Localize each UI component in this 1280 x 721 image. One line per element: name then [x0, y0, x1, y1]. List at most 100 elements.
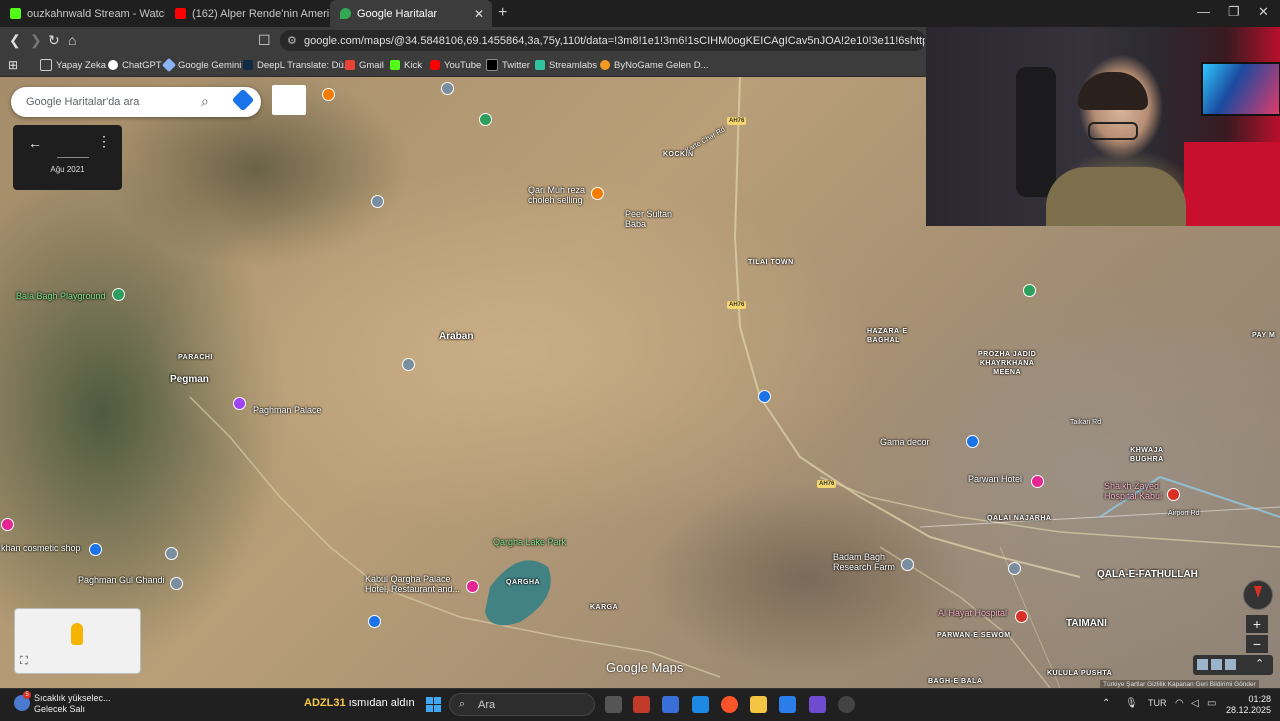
bookmark-yapay-zeka[interactable]: Yapay Zeka [40, 57, 106, 73]
park-pin-icon[interactable] [1023, 284, 1036, 297]
minimap[interactable]: ⛶ [14, 608, 141, 674]
bookmark-twitter[interactable]: Twitter [486, 57, 530, 73]
site-info-icon[interactable]: ⚙ [287, 34, 297, 47]
reload-icon[interactable]: ↻ [48, 32, 60, 49]
bookmark-deepl[interactable]: DeepL Translate: Dü... [243, 57, 352, 73]
park-pin-icon[interactable] [112, 288, 125, 301]
volume-icon[interactable]: ◁ [1191, 698, 1199, 709]
microphone-icon[interactable]: 🎙 [1125, 698, 1138, 709]
close-window-icon[interactable]: ✕ [1258, 4, 1269, 20]
thumbnail[interactable] [1225, 659, 1236, 670]
tab-title: Google Haritalar [357, 7, 438, 20]
place-pin-icon[interactable] [165, 547, 178, 560]
restore-icon[interactable]: ❐ [1228, 4, 1240, 20]
mosque-pin-icon[interactable] [441, 82, 454, 95]
app-icon[interactable] [809, 696, 826, 713]
maps-search-box[interactable]: Google Haritalar'da ara ⌕ [11, 87, 261, 117]
system-clock[interactable]: 01:28 28.12.2025 [1226, 694, 1271, 716]
thumbnail[interactable] [1197, 659, 1208, 670]
map-label[interactable]: Araban [439, 331, 473, 342]
bookmark-gemini[interactable]: Google Gemini [161, 57, 241, 73]
search-icon[interactable]: ⌕ [201, 93, 209, 110]
mosque-pin-icon[interactable] [371, 195, 384, 208]
back-arrow-icon[interactable]: ← [28, 135, 42, 151]
shop-pin-icon[interactable] [758, 390, 771, 403]
expand-up-icon[interactable]: ⌃ [1255, 657, 1264, 670]
address-bar[interactable]: ⚙ google.com/maps/@34.5848106,69.1455864… [280, 30, 925, 51]
zoom-out-button[interactable]: − [1246, 635, 1268, 653]
map-label[interactable]: Qargha Lake Park [493, 537, 566, 547]
map-label[interactable]: Bala Bagh Playground [16, 291, 106, 301]
map-label[interactable]: Parwan Hotel [968, 474, 1022, 484]
minimize-icon[interactable]: — [1197, 4, 1210, 19]
bookmark-streamlabs[interactable]: Streamlabs [535, 57, 597, 73]
food-pin-icon[interactable] [322, 88, 335, 101]
wifi-icon[interactable]: ◠ [1175, 698, 1184, 709]
shop-pin-icon[interactable] [89, 543, 102, 556]
new-tab-button[interactable]: + [498, 4, 507, 22]
expand-icon[interactable]: ⛶ [20, 655, 28, 668]
home-icon[interactable]: ⌂ [68, 32, 76, 48]
pegman-icon[interactable] [71, 623, 83, 645]
zoom-in-button[interactable]: + [1246, 615, 1268, 633]
map-label[interactable]: Pegman [170, 374, 209, 385]
back-icon[interactable]: ❮ [9, 32, 21, 49]
start-button[interactable] [426, 697, 441, 712]
calculator-icon[interactable] [662, 696, 679, 713]
bookmark-bynogame[interactable]: ByNoGame Gelen D... [600, 57, 709, 73]
place-pin-icon[interactable] [1008, 562, 1021, 575]
palace-pin-icon[interactable] [233, 397, 246, 410]
hospital-pin-icon[interactable] [1167, 488, 1180, 501]
map-label[interactable]: Qari Muh reza choleh selling [528, 185, 585, 205]
obs-icon[interactable] [838, 696, 855, 713]
imagery-thumbnails[interactable]: ⌃ [1193, 655, 1273, 675]
map-attribution[interactable]: Türkiye Şartlar Gizlilik Kapanan Geri Bi… [1100, 680, 1259, 688]
brave-browser-icon[interactable] [721, 696, 738, 713]
thumbnail[interactable] [1211, 659, 1222, 670]
tab-kick-stream[interactable]: ouzkahnwald Stream - Watch Live [0, 0, 165, 27]
place-pin-icon[interactable] [901, 558, 914, 571]
hospital-pin-icon[interactable] [1015, 610, 1028, 623]
tab-youtube[interactable]: (162) Alper Rende'nin Amerikan Polis [165, 0, 330, 27]
directions-icon[interactable] [231, 88, 255, 112]
map-label[interactable]: Kabul Qargha Palace Hotel, Restaurant an… [365, 574, 460, 594]
store-icon[interactable] [779, 696, 796, 713]
map-label[interactable]: khan cosmetic shop [1, 543, 81, 553]
mosque-pin-icon[interactable] [170, 577, 183, 590]
bookmark-youtube[interactable]: YouTube [430, 57, 481, 73]
map-label[interactable]: Paghman Gul Ghandi [78, 575, 165, 585]
layers-button[interactable] [272, 85, 306, 115]
map-label[interactable]: Paghman Palace [253, 405, 322, 415]
apps-grid-icon[interactable]: ⊞ [8, 57, 18, 73]
bookmark-icon[interactable]: ☐ [258, 32, 271, 49]
battery-icon[interactable]: ▭ [1207, 698, 1216, 709]
map-label[interactable]: Peer Sultan Baba [625, 209, 672, 229]
shop-pin-icon[interactable] [368, 615, 381, 628]
map-label[interactable]: Badam Bagh Research Farm [833, 552, 895, 572]
close-tab-icon[interactable]: ✕ [474, 7, 484, 21]
hotel-pin-icon[interactable] [466, 580, 479, 593]
bookmark-gmail[interactable]: Gmail [345, 57, 384, 73]
language-indicator[interactable]: TUR [1148, 698, 1167, 708]
tray-chevron-icon[interactable]: ⌃ [1102, 698, 1110, 709]
map-label[interactable]: Shaikh Zayed Hospital Kabul [1104, 481, 1162, 501]
file-explorer-icon[interactable] [750, 696, 767, 713]
forward-icon[interactable]: ❯ [30, 32, 42, 49]
hotel-pin-icon[interactable] [1031, 475, 1044, 488]
more-options-icon[interactable]: ⋮ [97, 133, 111, 150]
map-label[interactable]: Al Hayat Hospital [938, 608, 1007, 618]
app-icon[interactable] [633, 696, 650, 713]
shop-pin-icon[interactable] [966, 435, 979, 448]
park-pin-icon[interactable] [479, 113, 492, 126]
food-pin-icon[interactable] [591, 187, 604, 200]
tab-google-maps[interactable]: Google Haritalar ✕ [330, 0, 492, 27]
taskbar-search[interactable]: ⌕ Ara [449, 693, 595, 716]
outlook-icon[interactable] [692, 696, 709, 713]
map-label[interactable]: Gama decor [880, 437, 930, 447]
bookmark-chatgpt[interactable]: ChatGPT [108, 57, 162, 73]
compass-button[interactable] [1243, 580, 1273, 610]
shop-pin-icon[interactable] [1, 518, 14, 531]
bookmark-kick[interactable]: Kick [390, 57, 422, 73]
task-view-icon[interactable] [605, 696, 622, 713]
mosque-pin-icon[interactable] [402, 358, 415, 371]
